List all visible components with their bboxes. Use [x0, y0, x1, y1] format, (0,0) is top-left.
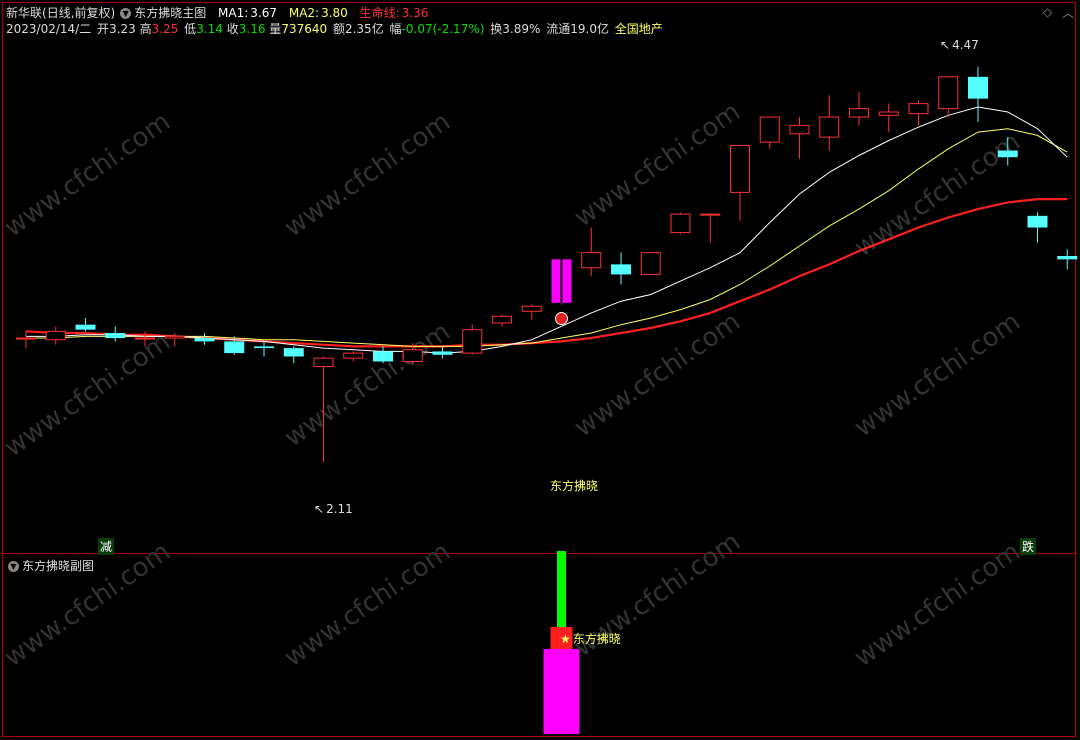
candle-body [1057, 256, 1078, 260]
vol-value: 737640 [281, 22, 328, 36]
candle-body [819, 116, 840, 138]
max-price-label: ↖ 4.47 [940, 38, 979, 52]
candle-body [1027, 215, 1048, 228]
ma2-line [26, 128, 1068, 347]
sector-label[interactable]: 全国地产 [615, 22, 663, 36]
stock-name[interactable]: 新华联 [6, 6, 42, 20]
candle-body [730, 144, 750, 193]
candle-body [164, 335, 185, 339]
candle-body [640, 252, 661, 275]
low-label: 低 [184, 22, 197, 36]
candle-body [968, 76, 988, 99]
life-label: 生命线: [359, 6, 400, 20]
arrow-icon: ↖ [314, 502, 325, 516]
tag-reduce: 减 [98, 538, 115, 555]
candle-body [254, 346, 274, 349]
candle-body [194, 338, 215, 342]
candle-body [283, 348, 304, 357]
open-label: 开 [97, 22, 110, 36]
tag-drop: 跌 [1020, 538, 1037, 555]
candle-body [492, 315, 512, 324]
candle-body [16, 337, 36, 340]
indicator-header: 新华联(日线,前复权) ▼ 东方拂晓主图 MA1: 3.67 MA2: 3.80 生命线… [6, 4, 431, 21]
signal-label: 东方拂晓 [550, 479, 599, 493]
candle-body [402, 349, 423, 362]
main-chart-canvas[interactable] [0, 0, 1080, 552]
chevron-down-icon[interactable]: ▼ [8, 561, 19, 572]
ma2-label: MA2: [288, 6, 320, 20]
amount-label: 额 [332, 22, 345, 36]
high-value: 3.25 [151, 22, 179, 36]
open-value: 3.23 [109, 22, 136, 36]
quote-date: 2023/02/14/二 [6, 22, 92, 36]
sub-panel-header: ▼ 东方拂晓副图 [6, 557, 97, 574]
star-icon: ★ [560, 632, 571, 646]
candle-body [75, 324, 96, 330]
sub-signal-label: ★ 东方拂晓 [560, 632, 621, 646]
candle-body [849, 108, 869, 118]
turnover-label: 换 [490, 22, 503, 36]
amount-value: 2.35亿 [344, 22, 384, 36]
ma2-value: 3.80 [321, 6, 348, 20]
candle-body [45, 330, 66, 341]
candle-body [878, 111, 899, 116]
candle-body [373, 351, 393, 362]
indicator-name[interactable]: 东方拂晓主图 [134, 6, 206, 20]
float-label: 流通 [546, 22, 571, 36]
life-value: 3.36 [401, 6, 429, 20]
diamond-icon[interactable]: ◇ [1043, 5, 1052, 19]
low-value: 3.14 [196, 22, 223, 36]
candle-body [313, 357, 334, 368]
signal-dot-icon [555, 312, 568, 326]
high-label: 高 [139, 22, 152, 36]
ma1-label: MA1: [218, 6, 249, 20]
candle-body [105, 333, 126, 339]
float-value: 19.0亿 [570, 22, 609, 36]
arrow-icon: ↖ [940, 38, 951, 52]
sub-panel-title[interactable]: 东方拂晓副图 [22, 559, 94, 573]
candle-body [432, 351, 453, 355]
candle-body [581, 252, 602, 269]
close-label: 收 [226, 22, 239, 36]
candle-body [462, 329, 483, 354]
life-line [25, 198, 1068, 348]
candle-body [670, 213, 691, 234]
period-label[interactable]: (日线,前复权) [42, 6, 115, 20]
candle-body [997, 150, 1018, 158]
min-price-label: ↖ 2.11 [314, 502, 353, 516]
candle-body [789, 124, 810, 135]
candle-body [908, 103, 929, 115]
close-value: 3.16 [238, 22, 266, 36]
chevron-up-icon[interactable]: ︿ [1062, 4, 1074, 21]
change-value: -0.07(-2.17%) [401, 22, 485, 36]
candle-body [135, 337, 155, 340]
candle-body [938, 76, 959, 110]
turnover-value: 3.89% [502, 22, 541, 36]
ma1-value: 3.67 [250, 6, 278, 20]
candle-body [611, 264, 631, 275]
candle-body [700, 213, 721, 216]
candle-body [759, 116, 780, 143]
quote-line: 2023/02/14/二 开3.23 高3.25 低3.14 收3.16 量73… [6, 20, 666, 37]
candle-body [521, 305, 542, 312]
change-label: 幅 [389, 22, 402, 36]
candle-body [224, 341, 245, 354]
candle-body [343, 352, 364, 359]
chevron-down-icon[interactable]: ▼ [120, 8, 132, 19]
vol-label: 量 [269, 22, 282, 36]
